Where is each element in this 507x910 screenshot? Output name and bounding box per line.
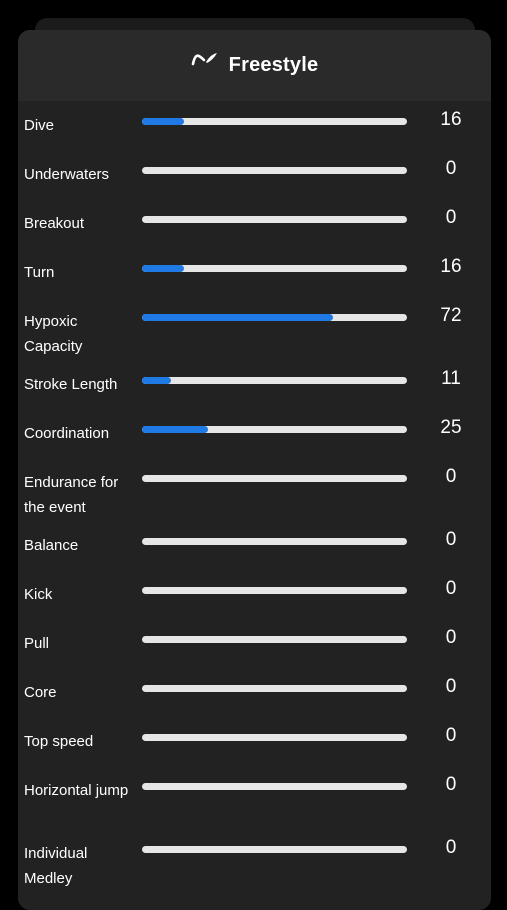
metric-progress-bar [142,475,407,482]
metric-progress-bar [142,426,407,433]
metric-progress-bar [142,167,407,174]
metric-progress-bar [142,118,407,125]
metric-progress-bar [142,216,407,223]
stroke-skills-card: Freestyle Dive 16 Underwaters 0 Breakout… [18,30,491,910]
metric-label: Turn [24,264,55,281]
metric-row-underwaters: Underwaters 0 [18,150,491,199]
metric-progress-bar [142,783,407,790]
page-title: Freestyle [228,54,319,76]
metric-row-balance: Balance 0 [18,521,491,570]
metric-label: Underwaters [24,166,110,183]
metric-label: Hypoxic Capacity [24,313,83,355]
metric-value: 0 [445,676,457,697]
metric-row-turn: Turn 16 [18,248,491,297]
metric-value: 0 [445,158,457,179]
metric-progress-fill [142,265,185,272]
metric-progress-bar [142,636,407,643]
metric-value: 0 [445,627,457,648]
metric-label: Horizontal jump [24,782,129,799]
metric-value: 25 [440,417,462,438]
metric-value: 0 [445,529,457,550]
metric-label: Breakout [24,215,85,232]
metric-progress-bar [142,587,407,594]
card-header: Freestyle [18,30,491,101]
metric-progress-bar [142,538,407,545]
metric-label: Endurance for the event [24,474,119,516]
metric-row-individual-medley: Individual Medley 0 [18,829,491,892]
metric-value: 0 [445,207,457,228]
metric-value: 11 [441,368,461,389]
metric-row-endurance: Endurance for the event 0 [18,458,491,521]
metric-label: Stroke Length [24,376,118,393]
metric-row-dive: Dive 16 [18,101,491,150]
metric-row-core: Core 0 [18,668,491,717]
metric-row-breakout: Breakout 0 [18,199,491,248]
metric-value: 0 [445,837,457,858]
metric-progress-bar [142,734,407,741]
metric-label: Core [24,684,57,701]
metric-label: Pull [24,635,50,652]
metric-progress-bar [142,846,407,853]
metric-row-coordination: Coordination 25 [18,409,491,458]
metric-progress-bar [142,685,407,692]
metric-row-stroke-length: Stroke Length 11 [18,360,491,409]
metric-value: 16 [440,256,462,277]
metric-progress-fill [142,314,333,321]
metric-progress-bar [142,265,407,272]
metric-label: Coordination [24,425,110,442]
metric-label: Kick [24,586,53,603]
metric-value: 0 [445,725,457,746]
metric-row-pull: Pull 0 [18,619,491,668]
metric-row-horizontal-jump: Horizontal jump 0 [18,766,491,829]
metric-progress-fill [142,118,185,125]
metric-progress-bar [142,314,407,321]
metric-progress-fill [142,377,172,384]
metric-label: Balance [24,537,79,554]
metrics-list: Dive 16 Underwaters 0 Breakout 0 Turn 16… [18,101,491,892]
metric-progress-fill [142,426,209,433]
metric-row-top-speed: Top speed 0 [18,717,491,766]
metric-label: Individual Medley [24,845,88,887]
metric-value: 0 [445,774,457,795]
metric-value: 0 [445,578,457,599]
swim-stroke-icon [191,50,219,70]
metric-progress-bar [142,377,407,384]
metric-value: 16 [440,109,462,130]
metric-value: 72 [440,305,462,326]
metric-row-hypoxic-capacity: Hypoxic Capacity 72 [18,297,491,360]
metric-label: Dive [24,117,55,134]
metric-value: 0 [445,466,457,487]
metric-label: Top speed [24,733,94,750]
metric-row-kick: Kick 0 [18,570,491,619]
